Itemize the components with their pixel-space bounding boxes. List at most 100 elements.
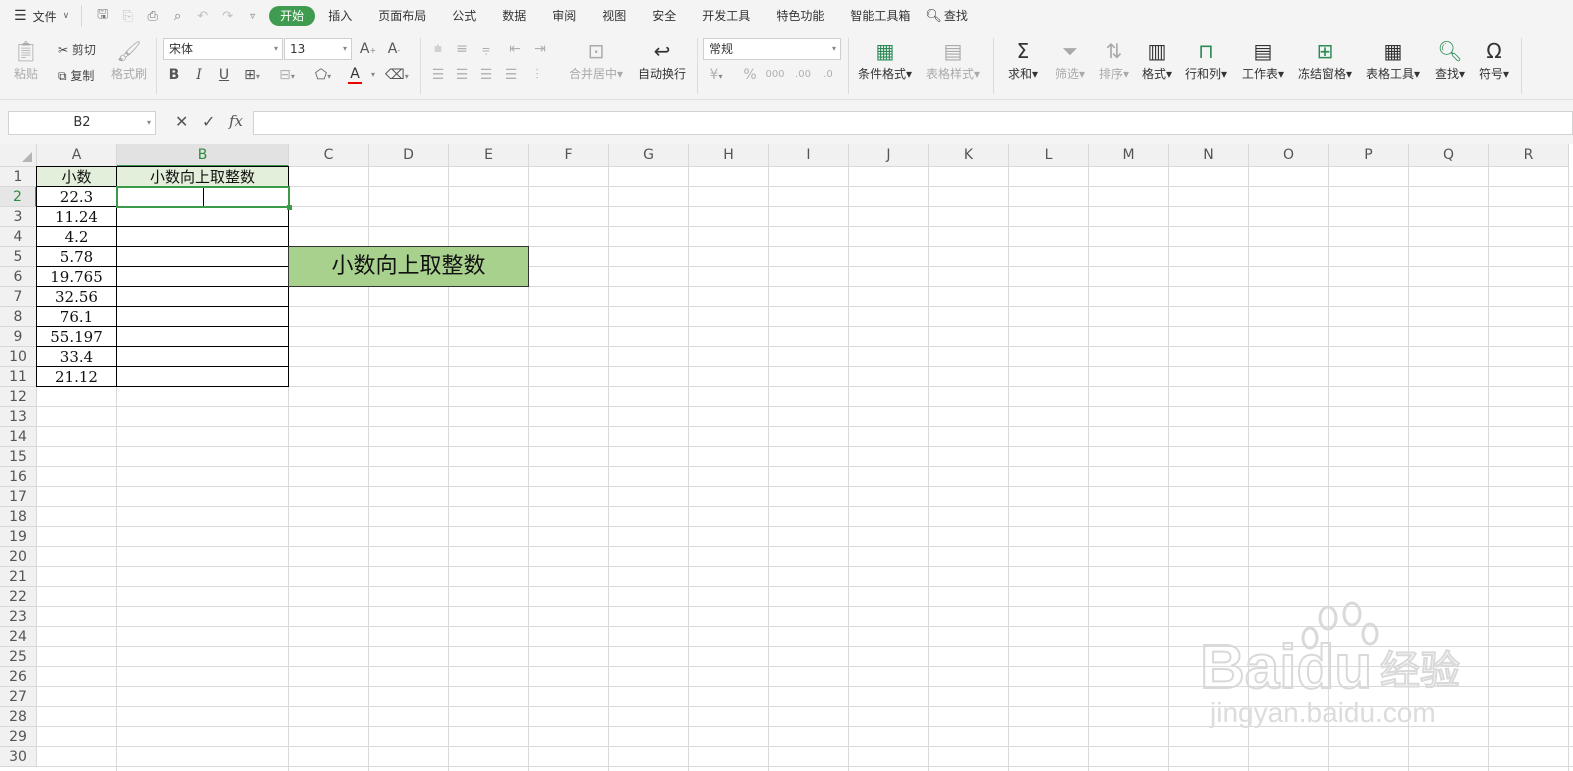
cell-a4[interactable]: 4.2 (36, 226, 117, 247)
cell-b3[interactable] (116, 206, 289, 227)
align-right-icon[interactable]: ☰ (476, 66, 496, 84)
column-header-l[interactable]: L (1009, 144, 1089, 167)
cell-b1[interactable]: 小数向上取整数 (116, 166, 289, 187)
tab-formulas[interactable]: 公式 (439, 6, 489, 26)
cell-b10[interactable] (116, 346, 289, 367)
column-header-e[interactable]: E (449, 144, 529, 167)
row-header-30[interactable]: 30 (0, 747, 37, 767)
column-header-p[interactable]: P (1329, 144, 1409, 167)
row-header-1[interactable]: 1 (0, 167, 37, 187)
copy-button[interactable]: ⧉ 复制 (58, 67, 94, 84)
cell-a5[interactable]: 5.78 (36, 246, 117, 267)
column-header-c[interactable]: C (289, 144, 369, 167)
format-button[interactable]: ▥ 格式▾ (1138, 38, 1176, 82)
align-middle-icon[interactable]: ≡ (452, 40, 472, 58)
cancel-icon[interactable]: ✕ (175, 112, 188, 131)
sum-button[interactable]: Σ 求和▾ (1004, 38, 1042, 82)
align-left-icon[interactable]: ☰ (428, 66, 448, 84)
borders-icon[interactable]: ⊞▾ (242, 66, 262, 86)
save-icon[interactable]: 🖫 (90, 5, 115, 27)
align-top-icon[interactable]: ⩧ (428, 40, 448, 58)
print-preview-icon[interactable]: ⌕ (165, 9, 190, 24)
print-icon[interactable]: ⎙ (140, 9, 165, 24)
cell-a8[interactable]: 76.1 (36, 306, 117, 327)
row-header-20[interactable]: 20 (0, 547, 37, 567)
row-header-2[interactable]: 2 (0, 187, 37, 207)
merge-center-button[interactable]: ⊡ 合并居中▾ (565, 38, 627, 82)
tab-developer[interactable]: 开发工具 (689, 6, 763, 26)
row-header-4[interactable]: 4 (0, 227, 37, 247)
row-header-16[interactable]: 16 (0, 467, 37, 487)
increase-indent-icon[interactable]: ⇥ (530, 40, 550, 58)
cut-button[interactable]: ✂ 剪切 (58, 41, 96, 58)
name-box[interactable]: B2 ▾ (8, 111, 156, 135)
column-header-n[interactable]: N (1169, 144, 1249, 167)
cell-a7[interactable]: 32.56 (36, 286, 117, 307)
cell-b11[interactable] (116, 366, 289, 387)
cell-b9[interactable] (116, 326, 289, 347)
font-color-icon[interactable]: A (348, 66, 362, 84)
conditional-format-button[interactable]: ▦ 条件格式▾ (855, 38, 915, 82)
worksheet-button[interactable]: ▤ 工作表▾ (1238, 38, 1288, 82)
row-header-23[interactable]: 23 (0, 607, 37, 627)
column-header-b[interactable]: B (117, 144, 289, 167)
tab-home[interactable]: 开始 (269, 6, 316, 26)
cell-b8[interactable] (116, 306, 289, 327)
row-header-27[interactable]: 27 (0, 687, 37, 707)
row-header-7[interactable]: 7 (0, 287, 37, 307)
cell-b4[interactable] (116, 226, 289, 247)
file-menu[interactable]: ☰ 文件 ∨ (14, 8, 69, 25)
table-tools-button[interactable]: ▦ 表格工具▾ (1362, 38, 1424, 82)
justify-icon[interactable]: ☰ (501, 66, 521, 84)
decrease-decimal-icon[interactable]: .0 (818, 66, 838, 84)
row-header-21[interactable]: 21 (0, 567, 37, 587)
column-header-a[interactable]: A (37, 144, 117, 167)
align-bottom-icon[interactable]: ⩦ (476, 40, 496, 58)
paste-button[interactable]: 📋︎ 粘贴 (10, 38, 42, 82)
cell-b6[interactable] (116, 266, 289, 287)
row-header-25[interactable]: 25 (0, 647, 37, 667)
cell-b7[interactable] (116, 286, 289, 307)
column-header-h[interactable]: H (689, 144, 769, 167)
redo-icon[interactable]: ↷ (215, 9, 240, 24)
column-header-i[interactable]: I (769, 144, 849, 167)
tab-security[interactable]: 安全 (639, 6, 689, 26)
confirm-icon[interactable]: ✓ (202, 112, 215, 131)
row-header-14[interactable]: 14 (0, 427, 37, 447)
eraser-icon[interactable]: ⌫▾ (385, 66, 409, 86)
cell-a9[interactable]: 55.197 (36, 326, 117, 347)
formula-input[interactable] (253, 111, 1573, 135)
italic-icon[interactable]: I (189, 66, 209, 84)
tab-smart-toolbox[interactable]: 智能工具箱 (837, 6, 923, 26)
tab-page-layout[interactable]: 页面布局 (365, 6, 439, 26)
tab-data[interactable]: 数据 (489, 6, 539, 26)
row-header-3[interactable]: 3 (0, 207, 37, 227)
format-painter-button[interactable]: 🖌︎ 格式刷 (110, 38, 148, 82)
cell-a3[interactable]: 11.24 (36, 206, 117, 227)
row-header-26[interactable]: 26 (0, 667, 37, 687)
currency-icon[interactable]: ¥▾ (706, 66, 726, 86)
column-header-d[interactable]: D (369, 144, 449, 167)
column-header-g[interactable]: G (609, 144, 689, 167)
sort-button[interactable]: ⇅ 排序▾ (1094, 38, 1134, 82)
row-header-24[interactable]: 24 (0, 627, 37, 647)
row-header-8[interactable]: 8 (0, 307, 37, 327)
row-header-10[interactable]: 10 (0, 347, 37, 367)
row-header-22[interactable]: 22 (0, 587, 37, 607)
fill-handle[interactable] (287, 205, 292, 210)
tab-review[interactable]: 审阅 (539, 6, 589, 26)
row-header-11[interactable]: 11 (0, 367, 37, 387)
function-icon[interactable]: fx (229, 112, 243, 130)
row-header-29[interactable]: 29 (0, 727, 37, 747)
percent-icon[interactable]: % (740, 66, 760, 84)
cell-a10[interactable]: 33.4 (36, 346, 117, 367)
row-header-6[interactable]: 6 (0, 267, 37, 287)
decrease-indent-icon[interactable]: ⇤ (505, 40, 525, 58)
column-header-m[interactable]: M (1089, 144, 1169, 167)
freeze-panes-button[interactable]: ⊞ 冻结窗格▾ (1294, 38, 1356, 82)
row-header-13[interactable]: 13 (0, 407, 37, 427)
cell-a6[interactable]: 19.765 (36, 266, 117, 287)
export-icon[interactable]: ⎘ (115, 9, 140, 24)
distributed-icon[interactable]: ⫶ (527, 66, 547, 84)
search-tab[interactable]: 🔍︎ 查找 (923, 6, 981, 26)
